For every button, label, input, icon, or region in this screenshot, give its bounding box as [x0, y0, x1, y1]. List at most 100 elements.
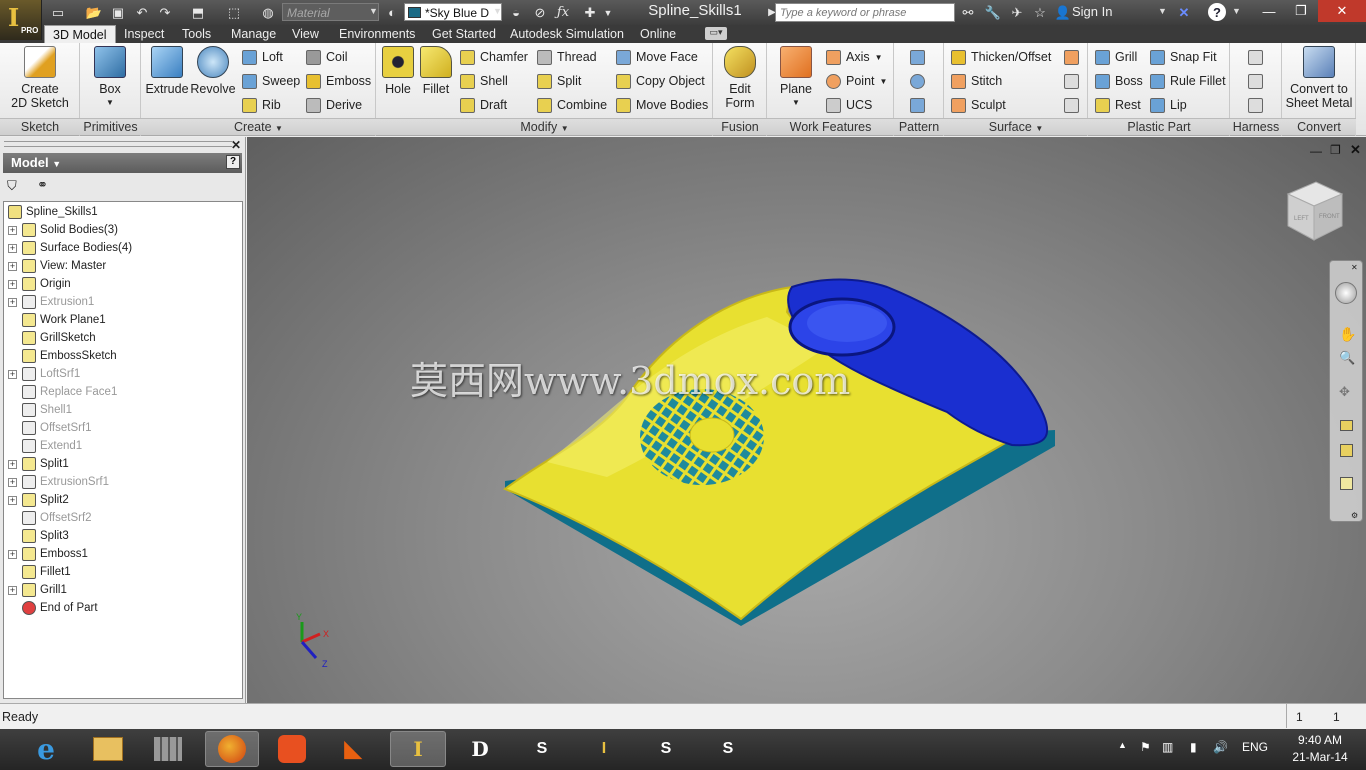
emboss-button[interactable]: Emboss — [306, 71, 371, 91]
tree-item[interactable]: + View: Master — [4, 257, 242, 275]
expand-icon[interactable]: + — [8, 477, 17, 487]
expand-icon[interactable]: + — [8, 225, 17, 235]
zoom-icon[interactable]: 🔍 — [1339, 350, 1355, 366]
tree-item[interactable]: + Grill1 — [4, 581, 242, 599]
move-bodies-button[interactable]: Move Bodies — [616, 95, 708, 115]
new-icon[interactable]: ▭ — [48, 3, 68, 22]
surface-panel-label[interactable]: Surface ▼ — [944, 118, 1088, 135]
ucs-button[interactable]: UCS — [826, 95, 872, 115]
delete-face-button[interactable] — [1064, 95, 1084, 115]
tree-item[interactable]: + Split1 — [4, 455, 242, 473]
expand-icon[interactable]: + — [8, 279, 17, 289]
exchange-icon[interactable]: ✕ — [1174, 3, 1194, 22]
tree-item[interactable]: OffsetSrf1 — [4, 419, 242, 437]
tab-inspect[interactable]: Inspect — [116, 25, 172, 43]
firefox-icon[interactable] — [205, 731, 259, 767]
tree-item[interactable]: Fillet1 — [4, 563, 242, 581]
coil-button[interactable]: Coil — [306, 47, 348, 67]
appearance-select[interactable]: *Sky Blue D — [404, 3, 502, 21]
tree-item[interactable]: + Extrusion1 — [4, 293, 242, 311]
expand-icon[interactable]: + — [8, 297, 17, 307]
tree-item[interactable]: + Origin — [4, 275, 242, 293]
fillet-button[interactable]: Fillet — [418, 46, 454, 96]
zoom-all-icon[interactable] — [1340, 444, 1353, 457]
filter-icon[interactable]: ⛉ — [7, 178, 17, 194]
point-button[interactable]: Point ▼ — [826, 71, 887, 91]
modify-panel-label[interactable]: Modify ▼ — [376, 118, 713, 135]
inventor-taskbar-icon[interactable]: I — [390, 731, 446, 767]
tab-tools[interactable]: Tools — [174, 25, 219, 43]
circular-pattern-button[interactable] — [910, 71, 930, 91]
harness-tool-2-button[interactable] — [1248, 71, 1268, 91]
move-face-button[interactable]: Move Face — [616, 47, 698, 67]
stitch-button[interactable]: Stitch — [951, 71, 1002, 91]
navbar-options-icon[interactable]: ⚙ — [1351, 511, 1358, 520]
tree-item[interactable]: EmbossSketch — [4, 347, 242, 365]
rest-button[interactable]: Rest — [1095, 95, 1141, 115]
tab-online[interactable]: Online — [632, 25, 684, 43]
combine-button[interactable]: Combine — [537, 95, 607, 115]
minimize-button[interactable]: — — [1254, 0, 1284, 22]
derive-button[interactable]: Derive — [306, 95, 362, 115]
lip-button[interactable]: Lip — [1150, 95, 1187, 115]
snap-fit-button[interactable]: Snap Fit — [1150, 47, 1217, 67]
trim-button[interactable] — [1064, 71, 1084, 91]
expand-icon[interactable]: + — [8, 549, 17, 559]
tab-manage[interactable]: Manage — [223, 25, 284, 43]
tree-item[interactable]: Replace Face1 — [4, 383, 242, 401]
language-indicator[interactable]: ENG — [1242, 740, 1268, 754]
plane-button[interactable]: Plane ▼ — [776, 46, 816, 110]
tree-item[interactable]: GrillSketch — [4, 329, 242, 347]
tab-3d-model[interactable]: 3D Model — [44, 25, 116, 43]
file-explorer-icon[interactable] — [88, 731, 128, 767]
help-icon[interactable]: ? — [1208, 3, 1226, 21]
browser-close-icon[interactable]: ✕ — [231, 138, 241, 152]
star-icon[interactable]: ☆ — [1030, 3, 1050, 22]
tree-item[interactable]: Work Plane1 — [4, 311, 242, 329]
maximize-button[interactable]: ❐ — [1286, 0, 1316, 22]
app-grid-icon[interactable] — [148, 731, 188, 767]
grill-button[interactable]: Grill — [1095, 47, 1137, 67]
open-icon[interactable]: 📂 — [84, 3, 104, 22]
chevron-down-icon[interactable]: ▼ — [369, 6, 378, 16]
expand-icon[interactable]: + — [8, 369, 17, 379]
look-at-icon[interactable] — [1340, 420, 1353, 431]
draft-button[interactable]: Draft — [460, 95, 507, 115]
orbit-icon[interactable]: ✥ — [1339, 384, 1350, 400]
tree-item[interactable]: + Solid Bodies(3) — [4, 221, 242, 239]
revolve-button[interactable]: Revolve — [190, 46, 236, 96]
tree-item[interactable]: + Emboss1 — [4, 545, 242, 563]
browser-header[interactable]: Model ▼ — [3, 153, 242, 173]
flag-icon[interactable]: ⚑ — [1140, 740, 1151, 754]
viewcube[interactable]: LEFT FRONT — [1284, 178, 1346, 244]
fx-parameters-icon[interactable]: ƒx — [553, 3, 573, 22]
split-button[interactable]: Split — [537, 71, 581, 91]
steering-wheel-icon[interactable] — [1335, 282, 1357, 304]
chamfer-button[interactable]: Chamfer — [460, 47, 528, 67]
find-binoculars-icon[interactable]: ⚭ — [37, 177, 48, 193]
tree-item[interactable]: + Split2 — [4, 491, 242, 509]
simulation-app-1-icon[interactable]: S — [522, 731, 562, 767]
inventor-d-icon[interactable]: D — [460, 731, 500, 767]
convert-to-sheet-metal-button[interactable]: Convert to Sheet Metal — [1284, 46, 1354, 110]
close-button[interactable]: ✕ — [1318, 0, 1366, 22]
mobile-app-icon[interactable] — [272, 731, 312, 767]
tree-item[interactable]: Extend1 — [4, 437, 242, 455]
rule-fillet-button[interactable]: Rule Fillet — [1150, 71, 1226, 91]
expand-icon[interactable]: + — [8, 243, 17, 253]
user-icon[interactable]: 👤 — [1053, 3, 1073, 22]
tray-expand-icon[interactable]: ▲ — [1118, 740, 1127, 750]
navbar-close-icon[interactable]: ✕ — [1351, 263, 1358, 272]
matlab-icon[interactable]: ◣ — [333, 731, 373, 767]
undo-icon[interactable]: ↶ — [132, 3, 152, 22]
expand-icon[interactable]: + — [8, 585, 17, 595]
clock-time[interactable]: 9:40 AM — [1290, 733, 1350, 747]
create-panel-label[interactable]: Create ▼ — [141, 118, 376, 135]
thicken-offset-button[interactable]: Thicken/Offset — [951, 47, 1051, 67]
tree-item[interactable]: Spline_Skills1 — [4, 203, 242, 221]
adjust-icon[interactable]: ◒ — [506, 3, 526, 22]
qat-dropdown-icon[interactable]: ▼ — [598, 3, 618, 22]
chevron-down-icon[interactable]: ▼ — [1232, 6, 1241, 16]
tab-view[interactable]: View — [284, 25, 327, 43]
tree-item[interactable]: + ExtrusionSrf1 — [4, 473, 242, 491]
